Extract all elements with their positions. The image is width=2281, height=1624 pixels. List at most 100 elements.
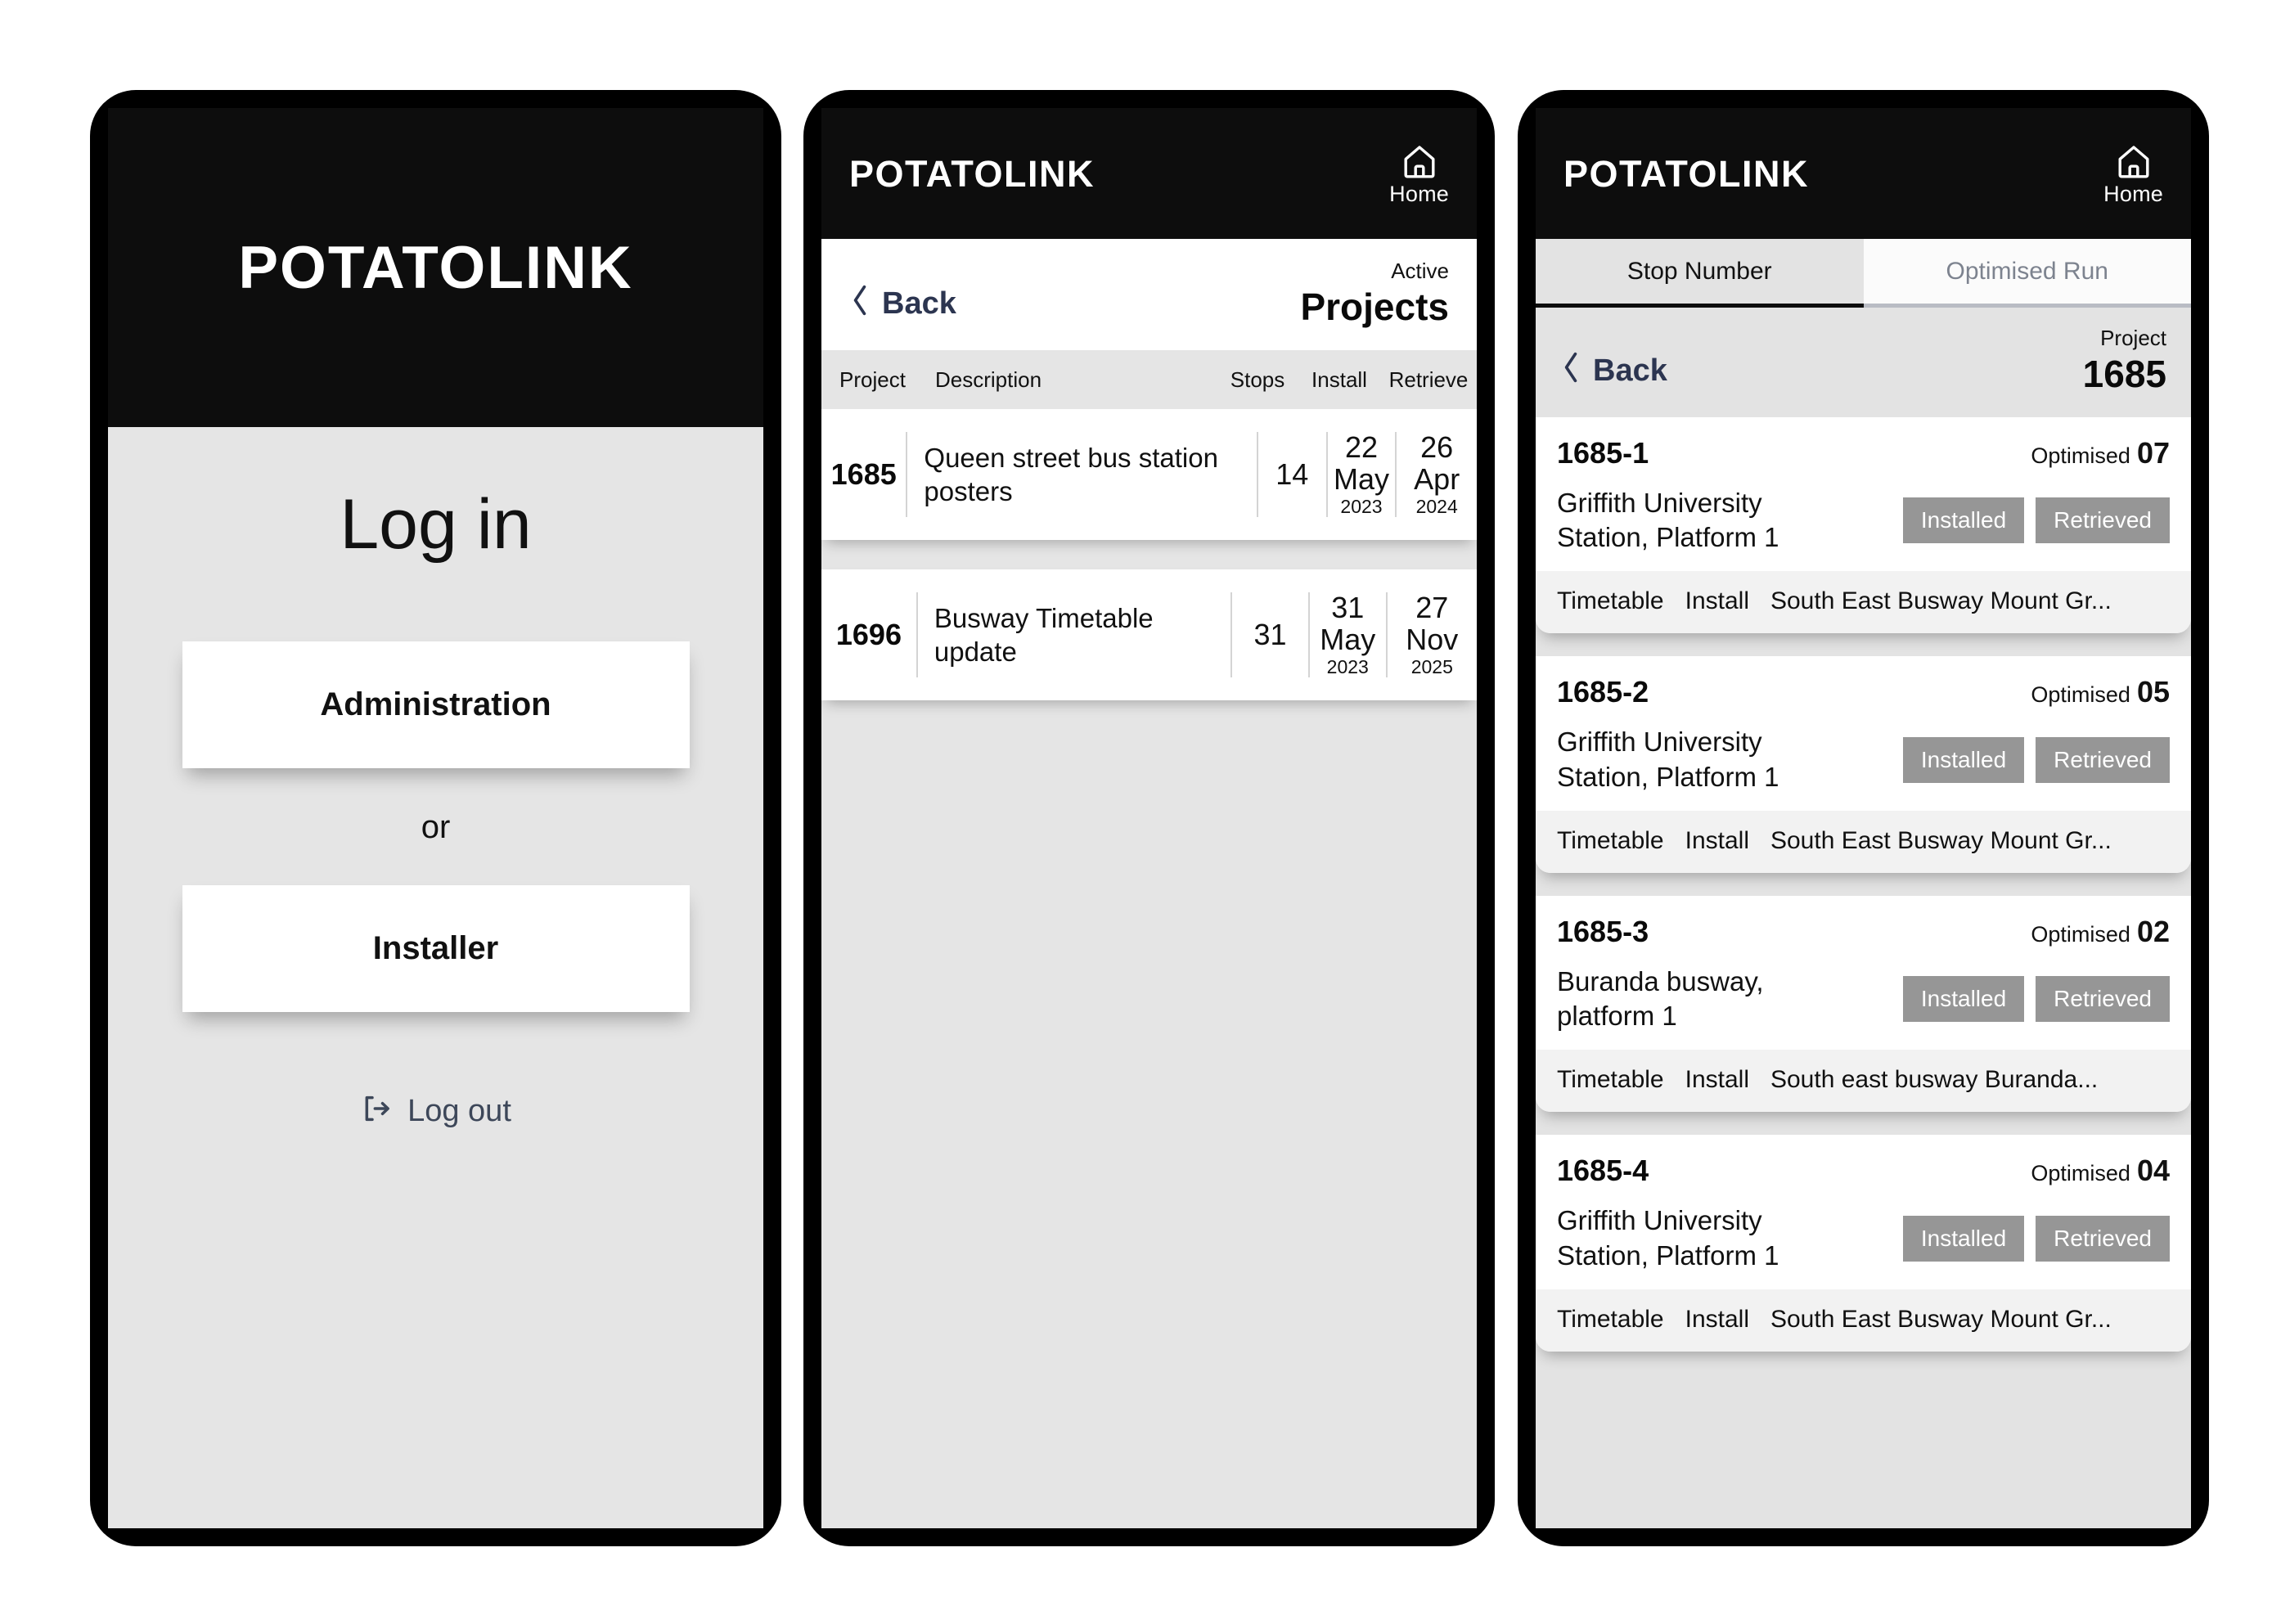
stop-card-header: 1685-3 Optimised 02	[1557, 914, 2170, 948]
logout-icon	[360, 1092, 393, 1129]
stop-card-detail: Griffith University Station, Platform 1 …	[1557, 725, 2170, 794]
list-item[interactable]: 1685-1 Optimised 07 Griffith University S…	[1536, 417, 2191, 634]
tab-stop-number[interactable]: Stop Number	[1536, 239, 1864, 308]
stop-card-detail: Griffith University Station, Platform 1 …	[1557, 1203, 2170, 1272]
cell-description: Busway Timetable update	[916, 592, 1230, 677]
back-button[interactable]: Back	[1560, 351, 1667, 393]
table-row[interactable]: 1685 Queen street bus station posters 14…	[821, 409, 1477, 540]
chevron-left-icon	[849, 284, 871, 322]
asset-name: South East Busway Mount Gr...	[1770, 1305, 2112, 1333]
stop-actions: Installed Retrieved	[1902, 976, 2170, 1023]
optimised-badge: Optimised 04	[2031, 1156, 2170, 1185]
app-header: POTATOLINK Home	[821, 108, 1477, 239]
asset-type: Timetable	[1557, 1305, 1664, 1333]
brand-logo: POTATOLINK	[1563, 152, 1809, 195]
list-item[interactable]: 1685-2 Optimised 05 Griffith University S…	[1536, 656, 2191, 873]
stop-id: 1685-2	[1557, 675, 1649, 709]
home-icon	[1399, 142, 1440, 182]
install-month: May	[1320, 622, 1376, 656]
asset-name: South East Busway Mount Gr...	[1770, 826, 2112, 854]
projects-eyebrow: Active	[1391, 259, 1449, 283]
page-title: 1685	[2082, 353, 2166, 395]
install-year: 2023	[1340, 496, 1383, 518]
asset-type: Timetable	[1557, 587, 1664, 615]
stop-actions: Installed Retrieved	[1902, 1215, 2170, 1262]
asset-action: Install	[1685, 826, 1749, 854]
stop-card-body: 1685-1 Optimised 07 Griffith University S…	[1536, 417, 2191, 571]
login-body: Log in Administration or Installer Log o…	[108, 427, 763, 1528]
table-row[interactable]: 1696 Busway Timetable update 31 31 May 2…	[821, 569, 1477, 700]
stop-card-body: 1685-3 Optimised 02 Buranda busway, platf…	[1536, 896, 2191, 1050]
stop-card-header: 1685-1 Optimised 07	[1557, 439, 2170, 468]
column-header-stops: Stops	[1230, 367, 1285, 392]
retrieve-year: 2024	[1415, 496, 1458, 518]
install-day: 22	[1344, 430, 1379, 464]
page-title: Log in	[340, 485, 532, 564]
back-label: Back	[882, 286, 956, 321]
retrieved-button[interactable]: Retrieved	[2036, 976, 2170, 1023]
cell-retrieve-date: 27 Nov 2025	[1385, 592, 1477, 678]
stop-card-detail: Buranda busway, platform 1 Installed Ret…	[1557, 965, 2170, 1033]
installer-button[interactable]: Installer	[182, 885, 690, 1012]
retrieved-button[interactable]: Retrieved	[2036, 1215, 2170, 1262]
stops-screen: POTATOLINK Home Stop Number Optimised Ru…	[1536, 108, 2191, 1528]
retrieved-button[interactable]: Retrieved	[2036, 736, 2170, 783]
installed-button[interactable]: Installed	[1902, 497, 2025, 544]
asset-type: Timetable	[1557, 826, 1664, 854]
home-button[interactable]: Home	[1389, 142, 1449, 205]
stop-card-body: 1685-4 Optimised 04 Griffith University S…	[1536, 1135, 2191, 1289]
stop-id: 1685-3	[1557, 914, 1649, 948]
chevron-left-icon	[1560, 351, 1581, 389]
logout-button[interactable]: Log out	[360, 1092, 511, 1129]
stop-location: Buranda busway, platform 1	[1557, 965, 1764, 1032]
list-item[interactable]: 1685-3 Optimised 02 Buranda busway, platf…	[1536, 895, 2191, 1113]
installed-button[interactable]: Installed	[1902, 976, 2025, 1023]
optimised-badge: Optimised 07	[2031, 439, 2170, 468]
cell-project: 1696	[835, 618, 902, 651]
home-button[interactable]: Home	[2103, 142, 2163, 205]
stop-location: Griffith University Station, Platform 1	[1557, 488, 1779, 553]
retrieve-year: 2025	[1410, 656, 1453, 678]
optimised-label: Optimised	[2031, 682, 2130, 708]
or-separator-label: or	[421, 809, 451, 845]
page-title: Projects	[1300, 286, 1449, 328]
cell-retrieve-date: 26 Apr 2024	[1395, 431, 1477, 518]
installed-button[interactable]: Installed	[1902, 736, 2025, 783]
retrieve-month: Nov	[1406, 622, 1459, 656]
stop-location: Griffith University Station, Platform 1	[1557, 1205, 1779, 1271]
stops-list: 1685-1 Optimised 07 Griffith University S…	[1536, 414, 2191, 1528]
asset-name: South east busway Buranda...	[1770, 1066, 2099, 1094]
column-header-project: Project	[839, 367, 906, 392]
cell-project: 1685	[830, 457, 897, 491]
brand-logo: POTATOLINK	[238, 234, 633, 301]
brand-logo: POTATOLINK	[849, 152, 1095, 195]
cell-description: Queen street bus station posters	[906, 432, 1257, 517]
stop-card-header: 1685-4 Optimised 04	[1557, 1156, 2170, 1185]
home-label: Home	[1389, 181, 1449, 206]
list-item[interactable]: 1685-4 Optimised 04 Griffith University S…	[1536, 1135, 2191, 1352]
stop-card-body: 1685-2 Optimised 05 Griffith University S…	[1536, 656, 2191, 810]
install-day: 31	[1331, 590, 1365, 624]
project-title-block: Project 1685	[2083, 327, 2166, 393]
back-label: Back	[1593, 353, 1667, 388]
logout-label: Log out	[407, 1093, 511, 1128]
tab-optimised-run[interactable]: Optimised Run	[1863, 239, 2191, 308]
administration-button[interactable]: Administration	[182, 641, 690, 768]
phone-device-login: POTATOLINK Log in Administration or Inst…	[90, 90, 781, 1546]
retrieved-button[interactable]: Retrieved	[2036, 497, 2170, 544]
view-mode-tabs: Stop Number Optimised Run	[1536, 239, 2191, 308]
phone-device-stops: POTATOLINK Home Stop Number Optimised Ru…	[1518, 90, 2209, 1546]
back-button[interactable]: Back	[849, 284, 956, 326]
optimised-label: Optimised	[2031, 921, 2130, 947]
home-label: Home	[2103, 181, 2163, 206]
app-header: POTATOLINK Home	[1536, 108, 2191, 239]
stop-card-detail: Griffith University Station, Platform 1 …	[1557, 486, 2170, 555]
asset-name: South East Busway Mount Gr...	[1770, 587, 2112, 615]
optimised-label: Optimised	[2031, 443, 2130, 468]
projects-title-block: Active Projects	[1300, 260, 1449, 326]
optimised-value: 02	[2136, 914, 2170, 948]
stop-location: Griffith University Station, Platform 1	[1557, 727, 1779, 792]
optimised-value: 07	[2136, 436, 2170, 470]
installed-button[interactable]: Installed	[1902, 1215, 2025, 1262]
optimised-badge: Optimised 02	[2031, 914, 2170, 948]
